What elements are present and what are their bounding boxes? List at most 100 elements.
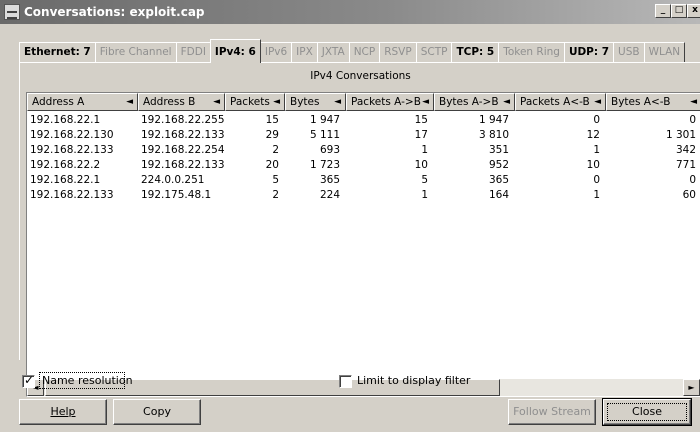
help-button[interactable]: Help bbox=[19, 399, 107, 425]
tab-ipv6[interactable]: IPv6 bbox=[259, 42, 293, 62]
table-cell: 15 bbox=[414, 114, 428, 126]
table-cell: 192.168.22.133 bbox=[141, 129, 225, 141]
table-cell: 1 bbox=[593, 189, 600, 201]
follow-stream-button[interactable]: Follow Stream bbox=[508, 399, 596, 425]
table-cell: 192.168.22.1 bbox=[30, 174, 101, 186]
table-row[interactable]: 192.168.22.1 224.0.0.251 5 365 5 365 0 0 bbox=[27, 173, 700, 187]
table-cell: 0 bbox=[593, 114, 600, 126]
table-cell: 342 bbox=[675, 144, 696, 156]
table-cell: 192.168.22.2 bbox=[30, 159, 101, 171]
close-button[interactable]: Close bbox=[602, 398, 692, 426]
table-cell: 2 bbox=[272, 144, 279, 156]
table-cell: 1 301 bbox=[665, 129, 696, 141]
column-header-bytes[interactable]: Bytes ◄ bbox=[285, 93, 346, 111]
table-cell: 3 810 bbox=[478, 129, 509, 141]
copy-button-label: Copy bbox=[143, 405, 171, 418]
column-header-bytes-a-b[interactable]: Bytes A<-B ◄ bbox=[606, 93, 700, 111]
table-cell: 192.168.22.1 bbox=[30, 114, 101, 126]
table-cell: 192.168.22.254 bbox=[141, 144, 225, 156]
name-resolution-checkbox[interactable] bbox=[22, 373, 35, 388]
tab-ipx[interactable]: IPX bbox=[291, 42, 318, 62]
table-cell: 192.168.22.130 bbox=[30, 129, 114, 141]
table-cell: 1 947 bbox=[478, 114, 509, 126]
table-cell: 164 bbox=[488, 189, 509, 201]
tab-jxta[interactable]: JXTA bbox=[316, 42, 350, 62]
copy-button[interactable]: Copy bbox=[113, 399, 201, 425]
table-cell: 29 bbox=[265, 129, 279, 141]
table-row[interactable]: 192.168.22.133 192.168.22.254 2 693 1 351 1 342 bbox=[27, 143, 700, 157]
tab-sctp[interactable]: SCTP bbox=[415, 42, 453, 62]
tab-ipv4-6[interactable]: IPv4: 6 bbox=[209, 39, 261, 63]
table-cell: 5 111 bbox=[309, 129, 340, 141]
table-cell: 224 bbox=[319, 189, 340, 201]
column-header-label: Bytes A<-B bbox=[611, 96, 671, 108]
tab-tcp-5[interactable]: TCP: 5 bbox=[451, 42, 500, 62]
panel-title: IPv4 Conversations bbox=[310, 70, 411, 82]
tab-fddi[interactable]: FDDI bbox=[175, 42, 211, 62]
tab-wlan[interactable]: WLAN bbox=[643, 42, 686, 62]
conversation-panel: IPv4 Conversations Address A ◄ Address B ◄ P… bbox=[19, 62, 700, 397]
column-header-label: Bytes bbox=[290, 96, 320, 108]
tab-ncp[interactable]: NCP bbox=[348, 42, 381, 62]
column-header-label: Bytes A->B bbox=[439, 96, 499, 108]
column-header-packets[interactable]: Packets ◄ bbox=[225, 93, 285, 111]
table-cell: 10 bbox=[414, 159, 428, 171]
table-row[interactable]: 192.168.22.133 192.175.48.1 2 224 1 164 1 60 bbox=[27, 188, 700, 202]
protocol-tabs: Ethernet: 7 Fibre Channel FDDI IPv4: 6 IPv6 I… bbox=[19, 39, 686, 63]
table-header: Address A ◄ Address B ◄ Packets ◄ Bytes ◄ Packet… bbox=[27, 93, 700, 111]
tab-fibre-channel[interactable]: Fibre Channel bbox=[94, 42, 177, 62]
table-row[interactable]: 192.168.22.130 192.168.22.133 29 5 111 17 3 8… bbox=[27, 128, 700, 142]
table-cell: 20 bbox=[265, 159, 279, 171]
table-cell: 1 bbox=[593, 144, 600, 156]
tab-rsvp[interactable]: RSVP bbox=[379, 42, 417, 62]
table-cell: 10 bbox=[586, 159, 600, 171]
table-cell: 1 bbox=[421, 144, 428, 156]
close-window-button[interactable]: x bbox=[687, 4, 700, 18]
limit-filter-label: Limit to display filter bbox=[357, 374, 471, 387]
column-header-label: Address A bbox=[32, 96, 85, 108]
table-cell: 60 bbox=[682, 189, 696, 201]
maximize-button[interactable]: □ bbox=[671, 4, 687, 18]
minimize-button[interactable]: _ bbox=[655, 4, 671, 18]
column-header-packets-a-b[interactable]: Packets A<-B ◄ bbox=[515, 93, 606, 111]
sort-arrow-icon: ◄ bbox=[213, 97, 220, 107]
table-cell: 5 bbox=[421, 174, 428, 186]
table-cell: 1 947 bbox=[309, 114, 340, 126]
column-header-bytes-a-b[interactable]: Bytes A->B ◄ bbox=[434, 93, 515, 111]
scroll-right-icon[interactable]: ► bbox=[683, 379, 700, 396]
limit-filter-checkbox[interactable] bbox=[339, 375, 352, 388]
column-header-address-a[interactable]: Address A ◄ bbox=[27, 93, 138, 111]
table-cell: 12 bbox=[586, 129, 600, 141]
table-cell: 192.175.48.1 bbox=[141, 189, 212, 201]
sort-arrow-icon: ◄ bbox=[334, 97, 341, 107]
close-focus-ring bbox=[607, 403, 687, 421]
table-cell: 192.168.22.255 bbox=[141, 114, 225, 126]
follow-stream-label: Follow Stream bbox=[513, 405, 591, 418]
table-cell: 15 bbox=[265, 114, 279, 126]
title-bar: Conversations: exploit.cap _ □ x bbox=[0, 0, 700, 24]
table-cell: 771 bbox=[675, 159, 696, 171]
table-cell: 952 bbox=[488, 159, 509, 171]
column-header-label: Packets A<-B bbox=[520, 96, 590, 108]
table-cell: 192.168.22.133 bbox=[30, 144, 114, 156]
table-cell: 1 bbox=[421, 189, 428, 201]
column-header-label: Packets bbox=[230, 96, 270, 108]
sort-arrow-icon: ◄ bbox=[273, 97, 280, 107]
table-row[interactable]: 192.168.22.1 192.168.22.255 15 1 947 15 1 947… bbox=[27, 113, 700, 127]
tab-token-ring[interactable]: Token Ring bbox=[498, 42, 565, 62]
column-header-label: Address B bbox=[143, 96, 196, 108]
help-button-label: Help bbox=[50, 405, 76, 418]
table-cell: 224.0.0.251 bbox=[141, 174, 205, 186]
tab-ethernet-7[interactable]: Ethernet: 7 bbox=[19, 42, 96, 62]
sort-arrow-icon: ◄ bbox=[690, 97, 697, 107]
table-cell: 192.168.22.133 bbox=[30, 189, 114, 201]
column-header-packets-a-b[interactable]: Packets A->B ◄ bbox=[346, 93, 434, 111]
tab-udp-7[interactable]: UDP: 7 bbox=[563, 42, 615, 62]
tab-usb[interactable]: USB bbox=[613, 42, 645, 62]
table-cell: 0 bbox=[689, 114, 696, 126]
table-cell: 17 bbox=[414, 129, 428, 141]
column-header-address-b[interactable]: Address B ◄ bbox=[138, 93, 225, 111]
table-cell: 365 bbox=[319, 174, 340, 186]
table-row[interactable]: 192.168.22.2 192.168.22.133 20 1 723 10 952 10… bbox=[27, 158, 700, 172]
sort-arrow-icon: ◄ bbox=[422, 97, 429, 107]
